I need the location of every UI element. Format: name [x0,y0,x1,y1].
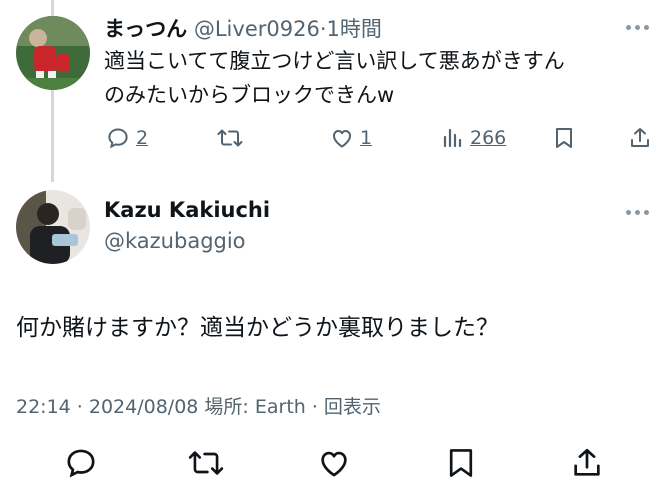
tweet-retweet-button[interactable] [187,444,225,482]
reply-icon [108,128,128,149]
reply-text-line-1: 適当こいてて腹立つけど言い訳して悪あがきすん [104,49,565,73]
reply-handle[interactable]: @Liver0926 [194,17,320,41]
bookmark-button[interactable] [554,124,574,152]
like-icon [321,451,347,477]
retweet-icon [217,129,243,147]
tweet-display-name[interactable]: Kazu Kakiuchi [104,198,270,222]
retweet-button[interactable] [217,124,243,152]
tweet-reply-button[interactable] [62,444,100,482]
reply-time[interactable]: 1時間 [327,17,382,41]
tweet-meta[interactable]: 22:14 · 2024/08/08 場所: Earth · 回表示 [16,392,381,419]
reply-text: 適当こいてて腹立つけど言い訳して悪あがきすん のみたいからブロックできんw [104,44,644,112]
tweet-handle[interactable]: @kazubaggio [104,229,246,253]
share-button[interactable] [629,124,651,152]
views-icon [443,128,462,148]
bookmark-icon [449,449,473,477]
reply-icon [67,449,95,478]
view-count[interactable]: 266 [470,127,506,149]
like-button[interactable]: 1 [330,124,372,152]
retweet-icon [188,451,224,475]
tweet-author-avatar[interactable] [16,190,90,264]
more-icon[interactable] [624,209,652,217]
reply-display-name[interactable]: まっつん [104,17,187,41]
tweet-like-button[interactable] [315,444,353,482]
reply-button[interactable]: 2 [106,124,148,152]
tweet-share-button[interactable] [568,444,606,482]
views-button[interactable]: 266 [442,124,506,152]
tweet-bookmark-button[interactable] [442,444,480,482]
reply-author-avatar[interactable] [16,16,90,90]
tweet-text: 何か賭けますか？適当かどうか裏取りました？ [16,315,499,341]
reply-header: まっつん @Liver0926·1時間 [104,13,382,43]
share-icon [574,448,600,476]
reply-separator: · [319,17,327,41]
like-count[interactable]: 1 [360,127,372,149]
like-icon [333,130,351,148]
reply-count[interactable]: 2 [136,127,148,149]
reply-text-line-2: のみたいからブロックできんw [104,83,395,107]
more-icon[interactable] [624,24,652,32]
share-icon [631,128,649,147]
bookmark-icon [556,128,572,148]
